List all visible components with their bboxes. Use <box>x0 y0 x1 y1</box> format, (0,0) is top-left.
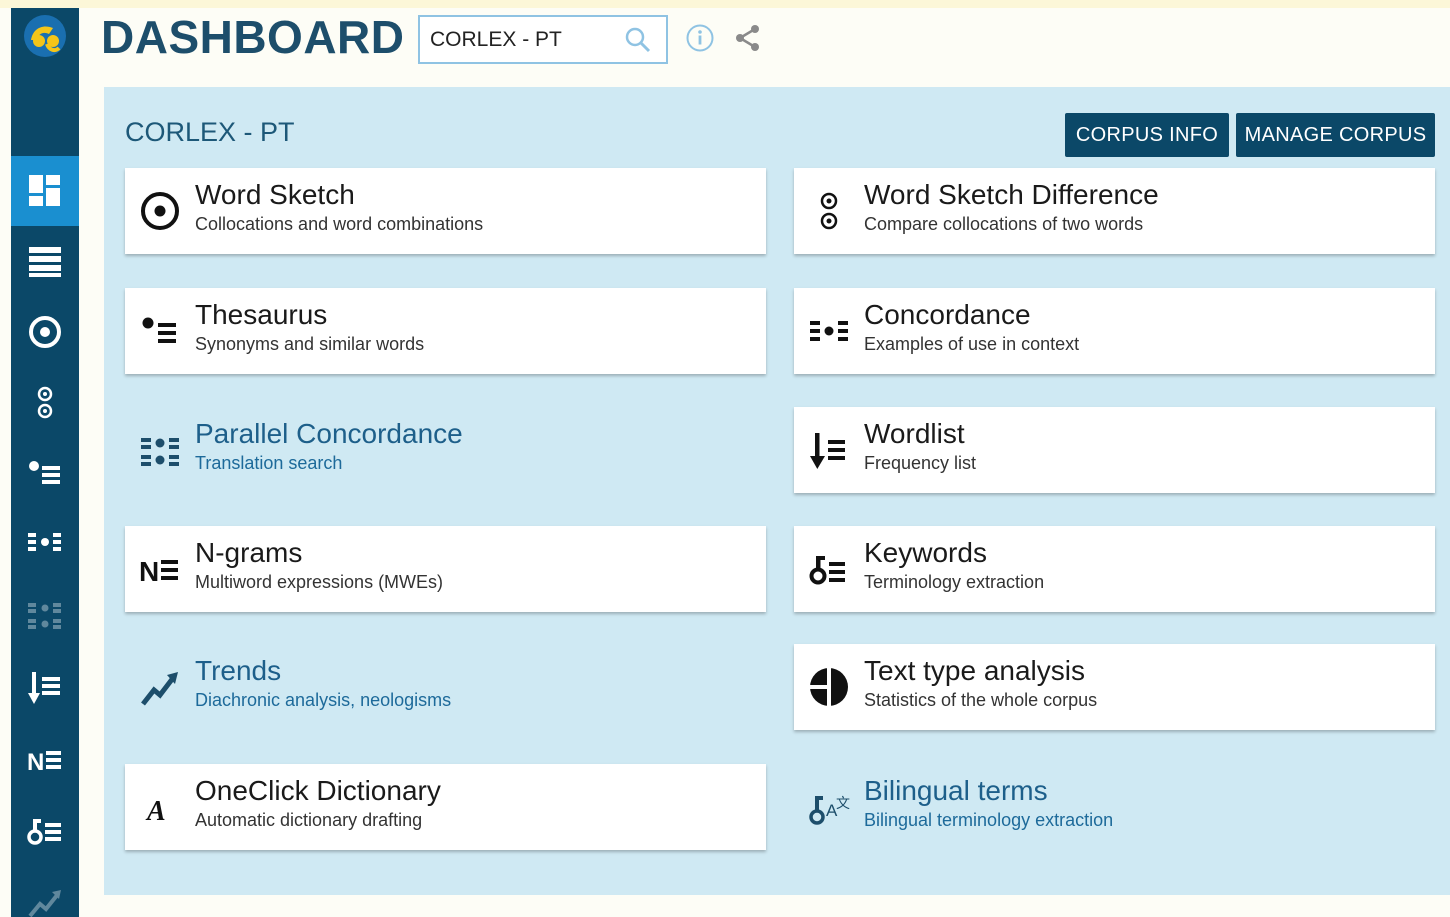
concordance-icon <box>28 533 61 551</box>
tool-name: Wordlist <box>864 418 965 449</box>
word-sketch-difference-icon <box>808 190 850 232</box>
svg-text:N: N <box>139 556 159 587</box>
tool-card-concordance[interactable]: Concordance Examples of use in context <box>794 288 1435 374</box>
tool-description: Automatic dictionary drafting <box>195 810 423 830</box>
tool-name: OneClick Dictionary <box>195 775 441 806</box>
ngrams-icon: N <box>27 749 61 776</box>
tool-card-keywords[interactable]: Keywords Terminology extraction <box>794 526 1435 612</box>
tool-card-thesaurus[interactable]: Thesaurus Synonyms and similar words <box>125 288 766 374</box>
thesaurus-icon <box>29 461 60 484</box>
tool-name: Trends <box>195 655 282 686</box>
sidebar-item-keywords[interactable] <box>11 797 79 867</box>
tool-description: Translation search <box>195 453 343 473</box>
wordlist-icon <box>28 672 60 704</box>
wordlist-icon <box>808 429 850 471</box>
trends-icon <box>28 890 61 917</box>
sidebar-item-trends[interactable] <box>11 868 79 917</box>
tool-card-oneclick-dictionary[interactable]: A OneClick Dictionary Automatic dictiona… <box>125 764 766 850</box>
word-sketch-icon <box>139 190 181 232</box>
list-icon <box>29 247 61 277</box>
page-title: DASHBOARD <box>101 11 405 63</box>
sidebar-item-concordance[interactable] <box>11 509 79 579</box>
text-type-analysis-icon <box>808 666 850 708</box>
manage-corpus-button[interactable]: MANAGE CORPUS <box>1236 113 1435 157</box>
corpus-info-button[interactable]: CORPUS INFO <box>1065 113 1229 157</box>
search-icon[interactable] <box>624 26 652 54</box>
sidebar-item-word-sketch[interactable] <box>11 297 79 367</box>
tool-name: Word Sketch Difference <box>864 179 1159 210</box>
corpus-name: CORLEX - PT <box>125 117 295 147</box>
tool-description: Bilingual terminology extraction <box>864 810 1114 830</box>
tool-description: Statistics of the whole corpus <box>864 690 1098 710</box>
top-strip <box>0 0 1450 8</box>
corpus-search-box[interactable] <box>418 15 668 64</box>
tool-card-wordlist[interactable]: Wordlist Frequency list <box>794 407 1435 493</box>
tool-card-word-sketch[interactable]: Word Sketch Collocations and word combin… <box>125 168 766 254</box>
corpus-search-input[interactable] <box>430 27 620 52</box>
sidebar-item-ngrams[interactable]: N <box>11 725 79 795</box>
tool-name: Word Sketch <box>195 179 355 210</box>
oneclick-dictionary-icon: A <box>139 786 181 828</box>
tool-card-bilingual-terms[interactable]: A 文 Bilingual terms Bilingual terminolog… <box>794 764 1435 850</box>
word-sketch-icon <box>29 316 61 348</box>
logo-icon[interactable] <box>23 14 67 58</box>
sidebar-item-word-sketch-difference[interactable] <box>11 368 79 438</box>
tool-description: Terminology extraction <box>864 572 1045 592</box>
tool-card-parallel-concordance[interactable]: Parallel Concordance Translation search <box>125 407 766 493</box>
sidebar-item-thesaurus[interactable] <box>11 438 79 508</box>
bilingual-terms-icon: A 文 <box>808 786 850 828</box>
tool-description: Examples of use in context <box>864 334 1080 354</box>
word-sketch-difference-icon <box>37 386 53 419</box>
parallel-concordance-icon <box>28 603 61 629</box>
concordance-icon <box>808 310 850 352</box>
tool-description: Compare collocations of two words <box>864 214 1144 234</box>
tool-description: Synonyms and similar words <box>195 334 425 354</box>
dashboard-panel: CORLEX - PT CORPUS INFO MANAGE CORPUS Wo… <box>104 87 1450 895</box>
thesaurus-icon <box>139 310 181 352</box>
tool-name: Thesaurus <box>195 299 328 330</box>
keywords-icon <box>27 819 61 845</box>
tool-card-ngrams[interactable]: N N-grams Multiword expressions (MWEs) <box>125 526 766 612</box>
sidebar-item-list[interactable] <box>11 226 79 296</box>
svg-text:N: N <box>27 749 44 776</box>
share-icon[interactable] <box>733 23 763 53</box>
tool-description: Collocations and word combinations <box>195 214 484 234</box>
dashboard-icon <box>29 175 60 206</box>
svg-text:文: 文 <box>836 795 850 811</box>
tool-name: Text type analysis <box>864 655 1085 686</box>
keywords-icon <box>808 548 850 590</box>
tool-name: Parallel Concordance <box>195 418 463 449</box>
tool-description: Multiword expressions (MWEs) <box>195 572 444 592</box>
sidebar-item-dashboard[interactable] <box>11 156 79 226</box>
sidebar-item-wordlist[interactable] <box>11 653 79 723</box>
ngrams-icon: N <box>139 548 181 590</box>
sidebar-item-parallel-concordance[interactable] <box>11 581 79 651</box>
tool-name: Bilingual terms <box>864 775 1048 806</box>
svg-text:A: A <box>145 796 166 827</box>
parallel-concordance-icon <box>139 429 181 471</box>
tool-description: Frequency list <box>864 453 977 473</box>
tool-card-trends[interactable]: Trends Diachronic analysis, neologisms <box>125 644 766 730</box>
tool-card-word-sketch-difference[interactable]: Word Sketch Difference Compare collocati… <box>794 168 1435 254</box>
trends-icon <box>139 666 181 708</box>
tool-name: Keywords <box>864 537 987 568</box>
tool-name: N-grams <box>195 537 303 568</box>
tool-description: Diachronic analysis, neologisms <box>195 690 452 710</box>
info-icon[interactable] <box>685 23 715 53</box>
tool-name: Concordance <box>864 299 1031 330</box>
sidebar: N <box>11 8 79 917</box>
tool-card-text-type-analysis[interactable]: Text type analysis Statistics of the who… <box>794 644 1435 730</box>
